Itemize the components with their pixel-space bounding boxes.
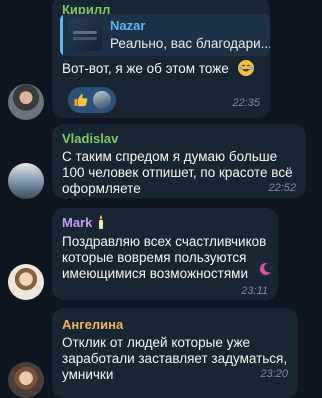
message-time: 23:11 [241, 285, 268, 297]
message-text-line: С таким спредом я думаю больше [62, 149, 278, 164]
avatar[interactable] [8, 163, 44, 199]
message-text-line: заработали заставляет задуматься, [62, 351, 288, 366]
message-text-line: оформляете [62, 181, 141, 196]
candle-icon [98, 215, 104, 229]
sender-name[interactable]: Ангелина [62, 317, 123, 332]
message-bubble-mark[interactable]: Mark Поздравляю всех счастливчиков котор… [52, 208, 278, 300]
sender-name[interactable]: Mark [62, 215, 92, 230]
message-text-line: имеющимися возможностями [62, 266, 249, 281]
message-text-line: которые вовремя пользуются [62, 250, 247, 265]
laughing-tears-emoji [238, 60, 254, 76]
reply-thumbnail [68, 19, 102, 51]
sender-name[interactable]: Vladislav [62, 131, 118, 146]
reply-preview[interactable]: Nazar Реально, вас благодари... [60, 14, 270, 56]
message-bubble-angelina[interactable]: Ангелина Отклик от людей которые уже зар… [52, 308, 298, 398]
avatar[interactable] [8, 264, 44, 300]
message-time: 22:35 [232, 97, 260, 109]
message-text-line: 100 человек отпишет, по красоте всё [62, 165, 293, 180]
reply-text: Реально, вас благодари... [110, 36, 270, 51]
message-text-line: Поздравляю всех счастливчиков [62, 234, 267, 249]
reactor-avatar [93, 91, 111, 109]
reply-sender-name: Nazar [110, 18, 146, 33]
reply-accent-bar [60, 14, 63, 56]
moon-emoji [257, 261, 273, 277]
message-text-line: Отклик от людей которые уже [62, 335, 251, 350]
message-time: 22:52 [268, 182, 296, 194]
thumbs-up-emoji [73, 92, 89, 108]
avatar[interactable] [8, 84, 44, 120]
avatar[interactable] [8, 362, 44, 398]
message-bubble-vladislav[interactable]: Vladislav С таким спредом я думаю больше… [52, 124, 306, 198]
message-text: Вот-вот, я же об этом тоже [62, 61, 229, 76]
reaction-chip[interactable] [68, 87, 116, 113]
message-time: 23:20 [260, 368, 288, 380]
message-text-line: умнички [62, 367, 114, 382]
